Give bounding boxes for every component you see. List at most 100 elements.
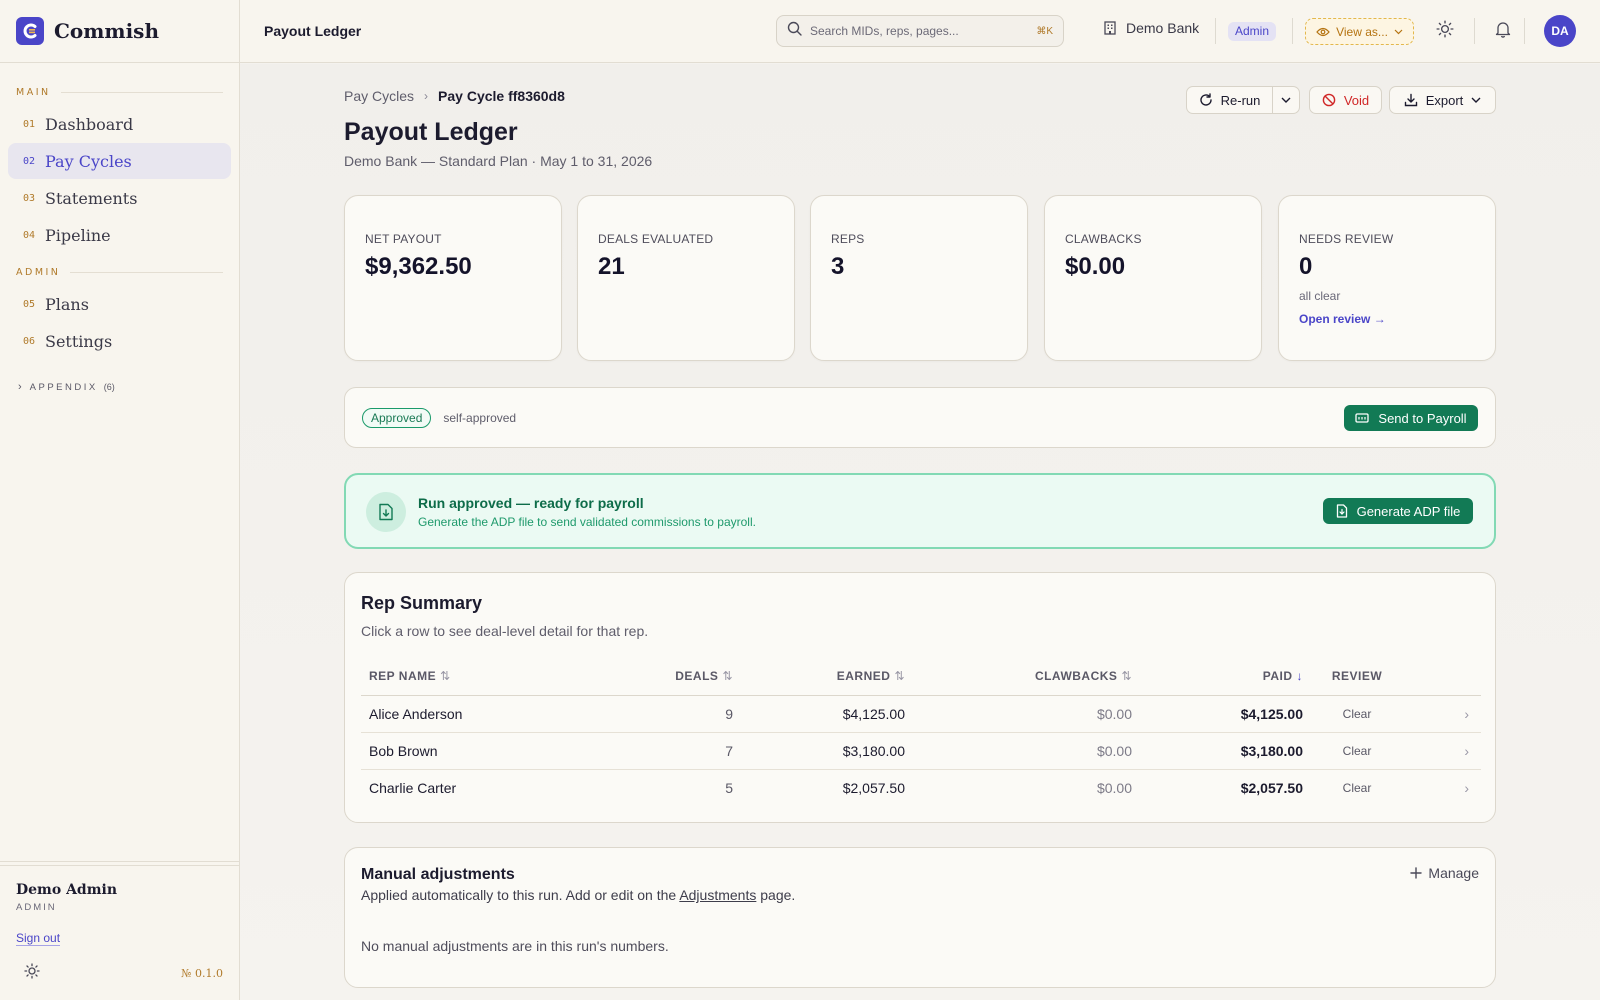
sidebar-item-settings[interactable]: 06 Settings (8, 323, 231, 359)
breadcrumb-pay-cycles[interactable]: Pay Cycles (344, 88, 414, 104)
cell-review: Clear (1303, 695, 1411, 733)
sidebar-item-pipeline[interactable]: 04 Pipeline (8, 217, 231, 253)
approval-status-bar: Approved self-approved Send to Payroll (344, 387, 1496, 448)
send-to-payroll-button[interactable]: Send to Payroll (1344, 405, 1478, 431)
org-switcher[interactable]: Demo Bank (1102, 20, 1199, 36)
rerun-button[interactable]: Re-run (1187, 87, 1273, 113)
nav-label: Pay Cycles (45, 151, 132, 171)
sort-icon: ⇅ (722, 668, 733, 683)
adjustments-page-link[interactable]: Adjustments (679, 887, 756, 903)
section-label-admin: ADMIN (0, 267, 239, 278)
rerun-split-button: Re-run (1186, 86, 1300, 114)
sidebar-footer: Demo Admin ADMIN Sign out № 0.1.0 (0, 861, 239, 1000)
user-name: Demo Admin (16, 882, 118, 898)
stat-needs-review: NEEDS REVIEW 0 all clear Open review → (1278, 195, 1496, 361)
theme-toggle-icon[interactable] (1436, 20, 1454, 43)
sidebar-item-dashboard[interactable]: 01 Dashboard (8, 106, 231, 142)
chevron-right-icon: › (424, 89, 429, 103)
approval-note: self-approved (443, 410, 517, 425)
export-button[interactable]: Export (1389, 86, 1496, 114)
generate-adp-label: Generate ADP file (1356, 503, 1461, 519)
stat-reps: REPS 3 (810, 195, 1028, 361)
adjustments-sub-text: page. (756, 887, 796, 903)
avatar[interactable]: DA (1544, 15, 1576, 47)
stat-value: $9,362.50 (365, 253, 472, 280)
cell-rep-name: Charlie Carter (369, 779, 457, 796)
manage-adjustments-button[interactable]: Manage (1410, 865, 1479, 881)
nav-number: 05 (23, 298, 36, 310)
cell-paid: $2,057.50 (1240, 779, 1303, 796)
open-review-link[interactable]: Open review → (1299, 312, 1475, 326)
column-header-deals[interactable]: DEALS ⇅ (595, 657, 733, 696)
rep-summary-subtitle: Click a row to see deal-level detail for… (361, 623, 649, 639)
column-header-clawbacks[interactable]: CLAWBACKS ⇅ (905, 657, 1132, 696)
ban-icon (1322, 93, 1336, 107)
cell-earned: $3,180.00 (733, 732, 905, 770)
bell-icon[interactable] (1495, 20, 1511, 43)
cell-paid: $3,180.00 (1132, 732, 1303, 770)
brand[interactable]: Commish (0, 0, 239, 63)
rep-summary-title: Rep Summary (361, 593, 483, 613)
nav-label: Dashboard (45, 114, 134, 134)
column-header-chevron (1411, 657, 1481, 696)
column-header-label: CLAWBACKS (1034, 668, 1118, 683)
generate-adp-file-button[interactable]: Generate ADP file (1323, 498, 1473, 524)
ready-description: Generate the ADP file to send validated … (418, 515, 756, 529)
manage-label: Manage (1428, 865, 1479, 881)
nav-number: 01 (23, 118, 36, 130)
sort-desc-icon: ↓ (1296, 668, 1303, 683)
cell-clawbacks: $0.00 (1096, 779, 1132, 796)
cell-deals: 9 (595, 695, 733, 733)
appendix-toggle[interactable]: › APPENDIX (6) (0, 381, 239, 393)
divider (1474, 18, 1475, 44)
breadcrumb-current: Pay Cycle ff8360d8 (438, 88, 565, 104)
column-header-label: DEALS (675, 668, 719, 683)
page-title: Payout Ledger (344, 118, 518, 146)
rerun-options-button[interactable] (1273, 97, 1299, 103)
topbar-title: Payout Ledger (264, 23, 362, 39)
cell-rep-name: Bob Brown (361, 732, 595, 770)
cell-rep-name: Alice Anderson (361, 695, 595, 733)
stat-sub: all clear (1299, 289, 1341, 303)
sort-icon: ⇅ (440, 668, 451, 683)
cell-clawbacks: $0.00 (905, 695, 1132, 733)
nav-label: Statements (45, 188, 138, 208)
sidebar-item-plans[interactable]: 05 Plans (8, 286, 231, 322)
chevron-right-icon: › (18, 381, 22, 393)
user-role: ADMIN (16, 902, 57, 913)
sort-icon: ⇅ (1121, 668, 1132, 683)
org-name: Demo Bank (1126, 20, 1200, 36)
cell-review: Clear (1342, 780, 1372, 795)
search-input[interactable] (810, 24, 1037, 38)
chevron-right-icon: › (1411, 695, 1481, 733)
theme-toggle-icon[interactable] (24, 963, 40, 984)
table-row[interactable]: Alice Anderson 9 $4,125.00 $0.00 $4,125.… (361, 695, 1481, 733)
column-header-rep-name[interactable]: REP NAME ⇅ (361, 657, 595, 696)
view-as-label: View as... (1336, 24, 1388, 39)
view-as-dropdown[interactable]: View as... (1305, 18, 1414, 45)
page-subtitle: Demo Bank — Standard Plan · May 1 to 31,… (344, 153, 653, 169)
sidebar-item-pay-cycles[interactable]: 02 Pay Cycles (8, 143, 231, 179)
chevron-down-icon (1471, 97, 1481, 103)
chevron-right-icon: › (1464, 779, 1469, 796)
export-label: Export (1425, 92, 1464, 108)
table-row[interactable]: Bob Brown 7 $3,180.00 $0.00 $3,180.00 Cl… (361, 732, 1481, 770)
table-row[interactable]: Charlie Carter 5 $2,057.50 $0.00 $2,057.… (361, 769, 1481, 806)
column-header-label: REVIEW (1331, 668, 1383, 683)
main-content: Pay Cycles › Pay Cycle ff8360d8 Payout L… (240, 64, 1600, 1000)
divider (1215, 18, 1216, 44)
nav-number: 06 (23, 335, 36, 347)
void-button[interactable]: Void (1309, 86, 1382, 114)
cell-earned: $2,057.50 (842, 779, 905, 796)
search-box[interactable]: ⌘K (776, 15, 1064, 47)
ready-for-payroll-banner: Run approved — ready for payroll Generat… (344, 473, 1496, 549)
brand-name: Commish (54, 19, 159, 43)
stat-value: 21 (598, 253, 625, 280)
sign-out-link[interactable]: Sign out (16, 931, 61, 946)
nav-number: 04 (23, 229, 36, 241)
column-header-earned[interactable]: EARNED ⇅ (733, 657, 905, 696)
column-header-paid[interactable]: PAID ↓ (1132, 657, 1303, 696)
appendix-count: (6) (103, 382, 115, 392)
sidebar-item-statements[interactable]: 03 Statements (8, 180, 231, 216)
payroll-icon (1355, 413, 1370, 423)
